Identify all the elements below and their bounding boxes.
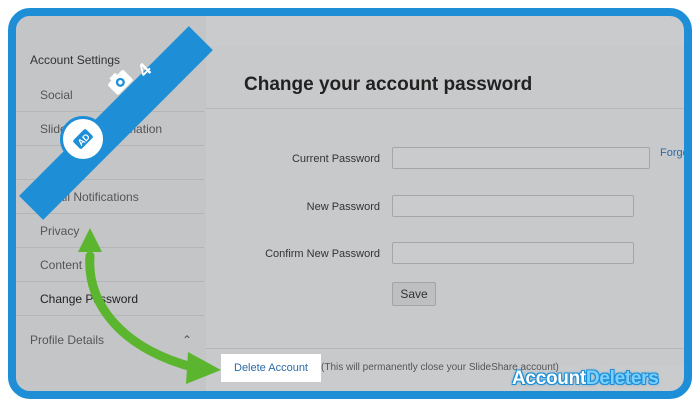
tutorial-frame: Account Settings ⌄ Social SlideShare Aut… (8, 8, 692, 399)
screenshot-area: Account Settings ⌄ Social SlideShare Aut… (16, 16, 684, 391)
camera-icon: AD (73, 70, 133, 149)
